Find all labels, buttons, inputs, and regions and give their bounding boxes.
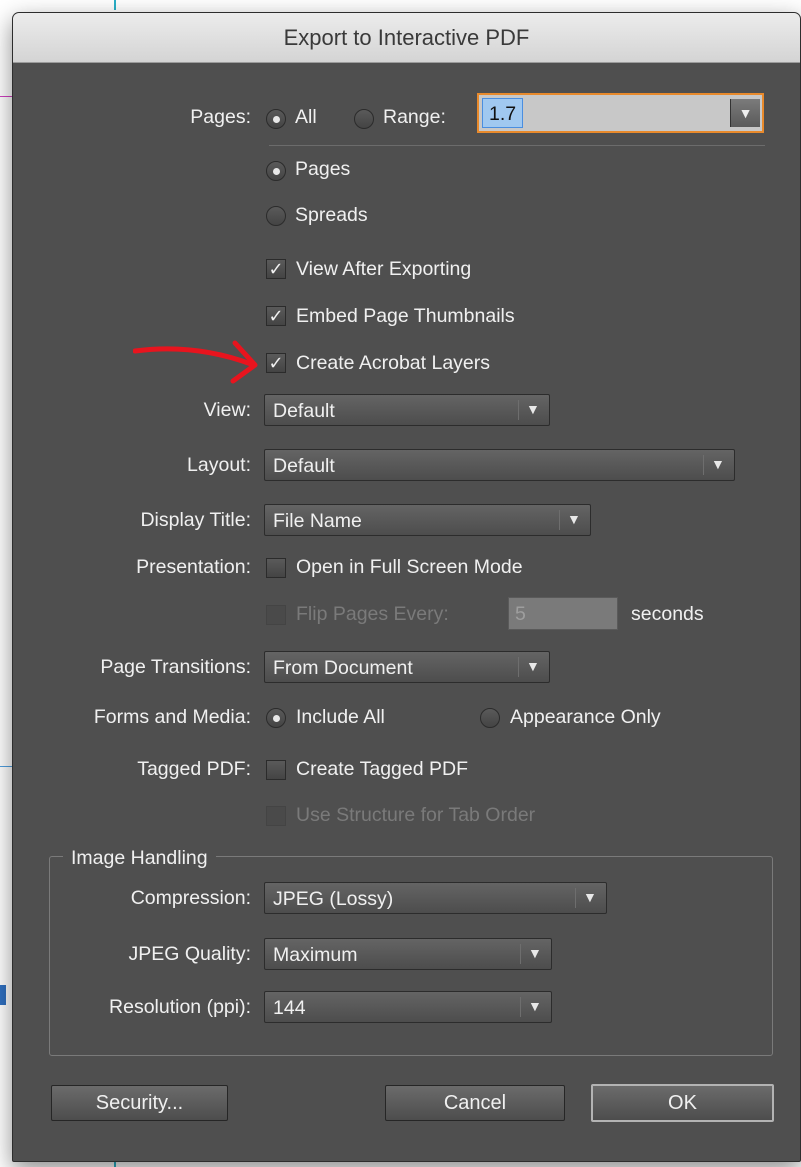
chevron-down-icon: ▼ [738,105,753,121]
transitions-label: Page Transitions: [100,656,251,678]
spreads-mode-label[interactable]: Spreads [295,204,368,227]
chevron-down-icon: ▼ [528,945,542,961]
compression-dropdown[interactable]: JPEG (Lossy) ▼ [264,882,607,914]
image-handling-title: Image Handling [63,847,216,870]
view-value: Default [273,400,335,422]
fullscreen-checkbox[interactable] [266,558,286,578]
title-bar[interactable]: Export to Interactive PDF [13,13,800,63]
pages-label: Pages: [190,106,251,128]
pages-mode-radio[interactable] [266,161,286,181]
flip-pages-checkbox[interactable] [266,605,286,625]
forms-label: Forms and Media: [93,706,251,728]
transitions-dropdown[interactable]: From Document ▼ [264,651,550,683]
flip-pages-label: Flip Pages Every: [296,603,449,625]
acrobat-layers-label[interactable]: Create Acrobat Layers [296,352,490,375]
guide-line [0,96,12,97]
chevron-down-icon: ▼ [526,658,540,674]
tagged-label: Tagged PDF: [137,758,251,780]
chevron-down-icon: ▼ [528,998,542,1014]
dropdown-separator [703,455,704,475]
display-title-dropdown[interactable]: File Name ▼ [264,504,591,536]
embed-thumbnails-label[interactable]: Embed Page Thumbnails [296,305,515,328]
chevron-down-icon: ▼ [567,511,581,527]
pages-range-radio[interactable] [354,109,374,129]
spreads-mode-radio[interactable] [266,206,286,226]
range-dropdown-button[interactable]: ▼ [730,99,760,127]
dropdown-separator [520,997,521,1017]
include-all-radio[interactable] [266,708,286,728]
check-icon: ✓ [268,306,284,326]
range-input[interactable]: 1.7 [482,98,524,128]
cancel-button[interactable]: Cancel [385,1085,565,1121]
divider [269,145,765,146]
quality-label: JPEG Quality: [128,943,251,965]
layout-label: Layout: [187,454,251,476]
display-title-label: Display Title: [140,509,251,531]
structure-tab-label: Use Structure for Tab Order [296,804,536,826]
background-mark [0,985,6,1005]
pages-mode-label[interactable]: Pages [295,158,350,181]
resolution-label: Resolution (ppi): [109,996,251,1018]
dropdown-separator [518,400,519,420]
range-combobox[interactable]: 1.7 ▼ [477,93,764,133]
guide-line [0,766,12,767]
dialog-title: Export to Interactive PDF [283,24,530,50]
resolution-value: 144 [273,997,306,1019]
chevron-down-icon: ▼ [583,889,597,905]
seconds-label: seconds [631,603,704,625]
tagged-pdf-checkbox[interactable] [266,760,286,780]
presentation-label: Presentation: [136,556,251,578]
tagged-pdf-label[interactable]: Create Tagged PDF [296,758,468,781]
chevron-down-icon: ▼ [711,456,725,472]
view-after-checkbox[interactable]: ✓ [266,259,286,279]
export-dialog: Export to Interactive PDF Pages: All Ran… [12,12,801,1162]
flip-seconds-value: 5 [515,603,526,625]
appearance-only-label[interactable]: Appearance Only [510,706,661,729]
dropdown-separator [520,944,521,964]
chevron-down-icon: ▼ [526,401,540,417]
dropdown-separator [559,510,560,530]
guide-line [114,0,116,10]
dropdown-separator [575,888,576,908]
compression-label: Compression: [130,887,251,909]
check-icon: ✓ [268,259,284,279]
structure-tab-checkbox[interactable] [266,806,286,826]
pages-all-radio[interactable] [266,109,286,129]
view-dropdown[interactable]: Default ▼ [264,394,550,426]
embed-thumbnails-checkbox[interactable]: ✓ [266,306,286,326]
layout-dropdown[interactable]: Default ▼ [264,449,735,481]
quality-value: Maximum [273,944,358,966]
resolution-combobox[interactable]: 144 ▼ [264,991,552,1023]
annotation-arrow-icon [133,340,258,384]
appearance-only-radio[interactable] [480,708,500,728]
view-after-label[interactable]: View After Exporting [296,258,471,281]
display-title-value: File Name [273,510,362,532]
view-label: View: [203,399,251,421]
transitions-value: From Document [273,657,413,679]
include-all-label[interactable]: Include All [296,706,385,729]
dropdown-separator [518,657,519,677]
compression-value: JPEG (Lossy) [273,888,394,910]
layout-value: Default [273,455,335,477]
quality-dropdown[interactable]: Maximum ▼ [264,938,552,970]
pages-all-label[interactable]: All [295,106,317,129]
ok-button[interactable]: OK [591,1084,774,1122]
flip-seconds-input[interactable]: 5 [508,597,618,630]
pages-range-label[interactable]: Range: [383,106,446,129]
fullscreen-label[interactable]: Open in Full Screen Mode [296,556,523,579]
security-button[interactable]: Security... [51,1085,228,1121]
